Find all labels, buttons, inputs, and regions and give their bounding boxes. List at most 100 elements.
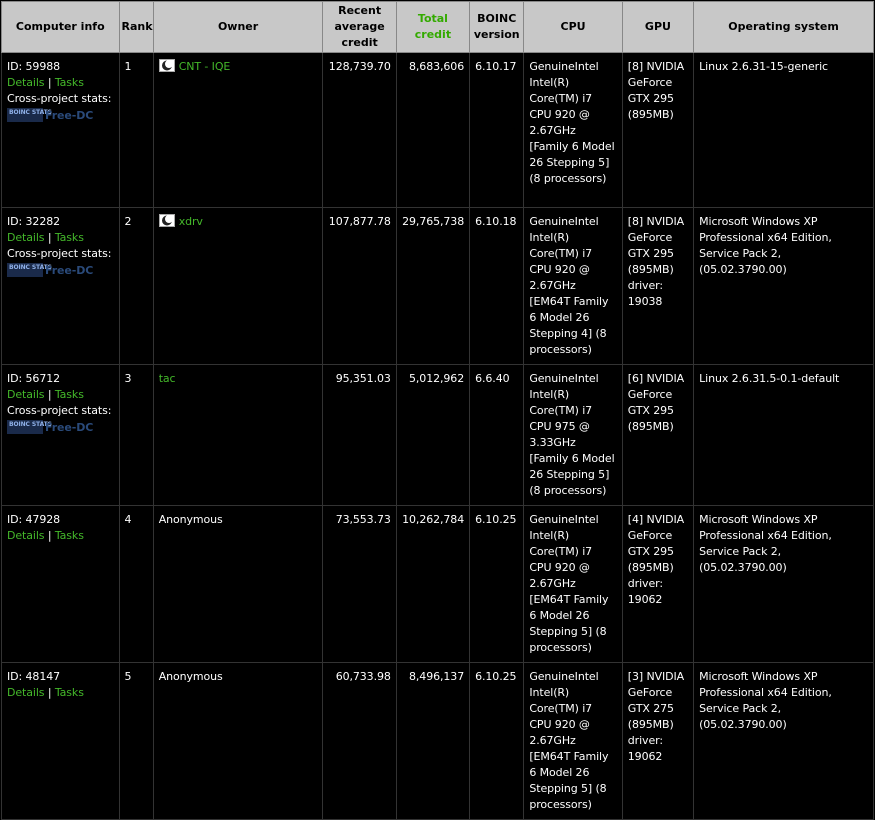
rank-cell: 1 bbox=[118, 52, 154, 208]
owner-cell: CNT - IQE bbox=[152, 52, 324, 208]
owner-cell: tac bbox=[152, 364, 324, 506]
recent-avg-credit-cell: 95,351.03 bbox=[322, 364, 397, 506]
details-link[interactable]: Details bbox=[7, 76, 45, 89]
details-link[interactable]: Details bbox=[7, 529, 45, 542]
cross-project-stats-logos: BOINC STATS Free-DC bbox=[7, 108, 103, 122]
computer-info-cell: ID: 56712 Details | Tasks Cross-project … bbox=[1, 364, 120, 506]
tasks-link[interactable]: Tasks bbox=[55, 76, 84, 89]
col-cpu: CPU bbox=[523, 1, 623, 53]
col-gpu: GPU bbox=[621, 1, 695, 53]
col-computer-info: Computer info bbox=[1, 1, 120, 53]
boinc-version-cell: 6.10.25 bbox=[469, 505, 525, 663]
link-separator: | bbox=[47, 388, 52, 401]
user-profile-icon[interactable] bbox=[158, 59, 175, 77]
free-dc-logo[interactable]: Free-DC bbox=[45, 421, 93, 434]
os-cell: Microsoft Windows XP Professional x64 Ed… bbox=[693, 505, 874, 663]
table-row: ID: 32282 Details | Tasks Cross-project … bbox=[1, 207, 874, 365]
free-dc-logo-text: Free-DC bbox=[45, 264, 93, 277]
table-row: ID: 47928 Details | Tasks 4 Anonymous 73… bbox=[1, 505, 874, 663]
host-id: ID: 32282 bbox=[7, 215, 61, 228]
os-cell: Microsoft Windows XP Professional x64 Ed… bbox=[693, 662, 874, 820]
recent-avg-credit-cell: 60,733.98 bbox=[322, 662, 397, 820]
tasks-link[interactable]: Tasks bbox=[55, 388, 84, 401]
owner-cell: Anonymous bbox=[152, 505, 324, 663]
user-profile-icon[interactable] bbox=[158, 214, 175, 232]
computer-info-cell: ID: 48147 Details | Tasks bbox=[1, 662, 120, 820]
link-separator: | bbox=[47, 76, 52, 89]
host-id: ID: 59988 bbox=[7, 60, 61, 73]
total-credit-cell: 5,012,962 bbox=[395, 364, 471, 506]
link-separator: | bbox=[47, 686, 52, 699]
col-boinc-version: BOINC version bbox=[469, 1, 525, 53]
table-row: ID: 48147 Details | Tasks 5 Anonymous 60… bbox=[1, 662, 874, 820]
details-link[interactable]: Details bbox=[7, 686, 45, 699]
boinc-version-cell: 6.10.18 bbox=[469, 207, 525, 365]
gpu-cell: [4] NVIDIA GeForce GTX 295 (895MB) drive… bbox=[621, 505, 695, 663]
computer-info-cell: ID: 47928 Details | Tasks bbox=[1, 505, 120, 663]
cpu-cell: GenuineIntel Intel(R) Core(TM) i7 CPU 97… bbox=[523, 364, 623, 506]
link-separator: | bbox=[47, 231, 52, 244]
col-total-credit[interactable]: Total credit bbox=[395, 1, 471, 53]
cpu-cell: GenuineIntel Intel(R) Core(TM) i7 CPU 92… bbox=[523, 505, 623, 663]
os-cell: Microsoft Windows XP Professional x64 Ed… bbox=[693, 207, 874, 365]
hosts-table: Computer info Rank Owner Recent average … bbox=[1, 1, 874, 820]
boinc-version-cell: 6.6.40 bbox=[469, 364, 525, 506]
total-credit-cell: 10,262,784 bbox=[395, 505, 471, 663]
free-dc-logo[interactable]: Free-DC bbox=[45, 109, 93, 122]
table-row: ID: 59988 Details | Tasks Cross-project … bbox=[1, 52, 874, 208]
details-link[interactable]: Details bbox=[7, 388, 45, 401]
gpu-cell: [8] NVIDIA GeForce GTX 295 (895MB) drive… bbox=[621, 207, 695, 365]
host-id: ID: 56712 bbox=[7, 372, 61, 385]
cross-project-label: Cross-project stats: bbox=[7, 247, 112, 260]
cpu-cell: GenuineIntel Intel(R) Core(TM) i7 CPU 92… bbox=[523, 52, 623, 208]
free-dc-logo-text: Free-DC bbox=[45, 421, 93, 434]
table-row: ID: 56712 Details | Tasks Cross-project … bbox=[1, 364, 874, 506]
gpu-cell: [6] NVIDIA GeForce GTX 295 (895MB) bbox=[621, 364, 695, 506]
owner-name: Anonymous bbox=[158, 670, 223, 683]
rank-cell: 5 bbox=[118, 662, 154, 820]
owner-link[interactable]: CNT - IQE bbox=[179, 60, 231, 73]
owner-name: Anonymous bbox=[158, 513, 223, 526]
computer-info-cell: ID: 59988 Details | Tasks Cross-project … bbox=[1, 52, 120, 208]
col-recent-avg-credit[interactable]: Recent average credit bbox=[322, 1, 397, 53]
recent-avg-credit-cell: 73,553.73 bbox=[322, 505, 397, 663]
cross-project-stats-logos: BOINC STATS Free-DC bbox=[7, 420, 103, 434]
free-dc-logo[interactable]: Free-DC bbox=[45, 264, 93, 277]
rank-cell: 4 bbox=[118, 505, 154, 663]
computer-info-cell: ID: 32282 Details | Tasks Cross-project … bbox=[1, 207, 120, 365]
tasks-link[interactable]: Tasks bbox=[55, 529, 84, 542]
total-credit-cell: 8,683,606 bbox=[395, 52, 471, 208]
boinc-version-cell: 6.10.17 bbox=[469, 52, 525, 208]
link-separator: | bbox=[47, 529, 52, 542]
os-cell: Linux 2.6.31-15-generic bbox=[693, 52, 874, 208]
details-link[interactable]: Details bbox=[7, 231, 45, 244]
cross-project-label: Cross-project stats: bbox=[7, 404, 112, 417]
recent-avg-credit-cell: 128,739.70 bbox=[322, 52, 397, 208]
cross-project-stats-logos: BOINC STATS Free-DC bbox=[7, 263, 103, 277]
total-credit-cell: 29,765,738 bbox=[395, 207, 471, 365]
gpu-cell: [3] NVIDIA GeForce GTX 275 (895MB) drive… bbox=[621, 662, 695, 820]
host-id: ID: 48147 bbox=[7, 670, 61, 683]
cpu-cell: GenuineIntel Intel(R) Core(TM) i7 CPU 92… bbox=[523, 207, 623, 365]
header-row: Computer info Rank Owner Recent average … bbox=[1, 1, 874, 53]
rank-cell: 3 bbox=[118, 364, 154, 506]
recent-avg-credit-cell: 107,877.78 bbox=[322, 207, 397, 365]
owner-link[interactable]: tac bbox=[159, 372, 176, 385]
host-id: ID: 47928 bbox=[7, 513, 61, 526]
total-credit-cell: 8,496,137 bbox=[395, 662, 471, 820]
cpu-cell: GenuineIntel Intel(R) Core(TM) i7 CPU 92… bbox=[523, 662, 623, 820]
owner-cell: xdrv bbox=[152, 207, 324, 365]
rank-cell: 2 bbox=[118, 207, 154, 365]
col-rank: Rank bbox=[118, 1, 154, 53]
owner-link[interactable]: xdrv bbox=[179, 215, 203, 228]
cross-project-label: Cross-project stats: bbox=[7, 92, 112, 105]
tasks-link[interactable]: Tasks bbox=[55, 686, 84, 699]
owner-cell: Anonymous bbox=[152, 662, 324, 820]
gpu-cell: [8] NVIDIA GeForce GTX 295 (895MB) bbox=[621, 52, 695, 208]
col-os: Operating system bbox=[693, 1, 874, 53]
os-cell: Linux 2.6.31.5-0.1-default bbox=[693, 364, 874, 506]
tasks-link[interactable]: Tasks bbox=[55, 231, 84, 244]
free-dc-logo-text: Free-DC bbox=[45, 109, 93, 122]
boinc-version-cell: 6.10.25 bbox=[469, 662, 525, 820]
col-owner: Owner bbox=[152, 1, 324, 53]
